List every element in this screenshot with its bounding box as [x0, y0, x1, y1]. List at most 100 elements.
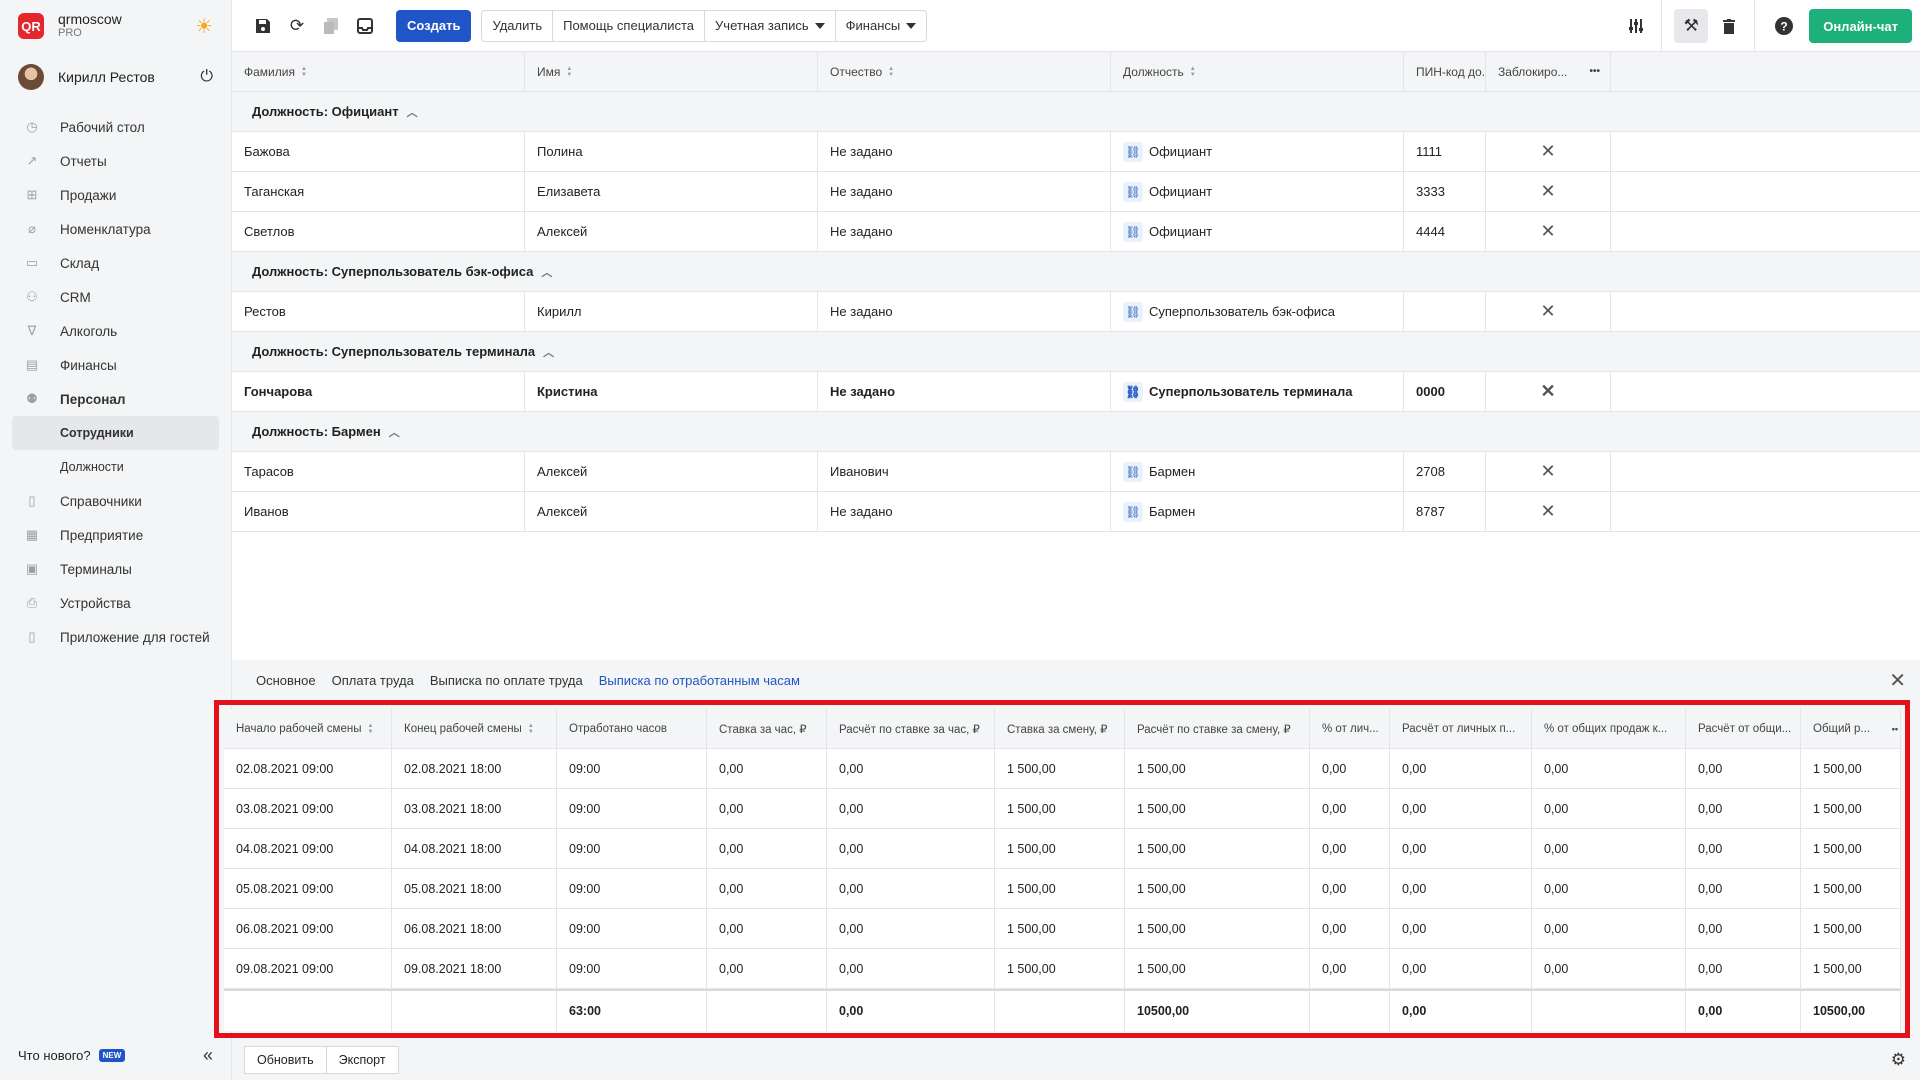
nav-item-printer[interactable]: ⎙ Устройства — [0, 586, 231, 620]
tab-3[interactable]: Выписка по отработанным часам — [599, 673, 800, 688]
nav-item-users[interactable]: ⚇ CRM — [0, 280, 231, 314]
nav-item-chart[interactable]: ↗ Отчеты — [0, 144, 231, 178]
chevron-up-icon[interactable]: ︿ — [389, 424, 400, 440]
group-row[interactable]: Должность: Официант ︿ — [232, 92, 1920, 132]
nav-item-basket[interactable]: ⊞ Продажи — [0, 178, 231, 212]
nav-item-people[interactable]: ⚉ Персонал — [0, 382, 231, 416]
building-icon: ▦ — [25, 527, 39, 542]
help-icon[interactable]: ? — [1767, 9, 1801, 43]
copy-icon[interactable] — [314, 9, 348, 43]
table-row[interactable]: Иванов Алексей Не задано ⛓ Бармен 8787 ✕ — [232, 492, 1920, 532]
table-row[interactable]: Бажова Полина Не задано ⛓ Официант 1111 ✕ — [232, 132, 1920, 172]
nav-item-label: Финансы — [60, 357, 117, 373]
table-row[interactable]: Таганская Елизавета Не задано ⛓ Официант 3333… — [232, 172, 1920, 212]
more-icon[interactable]: ••• — [1589, 66, 1600, 77]
link-icon[interactable]: ⛓ — [1123, 301, 1143, 322]
nav-sub-positions[interactable]: Должности — [0, 450, 231, 484]
sort-icon[interactable]: ▲ ▼ — [1190, 66, 1196, 78]
tab-2[interactable]: Выписка по оплате труда — [430, 673, 583, 688]
column-header-label: Должность — [1123, 64, 1184, 79]
create-button[interactable]: Создать — [396, 9, 472, 42]
brand-plan: PRO — [58, 27, 82, 39]
trash-icon[interactable] — [1712, 9, 1746, 43]
tools-icon[interactable]: ⚒ — [1674, 9, 1709, 43]
help-button[interactable]: Помощь специалиста — [553, 10, 706, 41]
svg-text:?: ? — [1781, 20, 1788, 34]
nav-item-terminal[interactable]: ▣ Терминалы — [0, 552, 231, 586]
nav-item-tag[interactable]: ⌀ Номенклатура — [0, 212, 231, 246]
group-row[interactable]: Должность: Суперпользователь терминала ︿ — [232, 332, 1920, 372]
link-icon[interactable]: ⛓ — [1123, 381, 1143, 402]
refresh-button[interactable]: Обновить — [244, 1046, 327, 1074]
cell-value: Рестов — [244, 304, 286, 319]
link-icon[interactable]: ⛓ — [1123, 181, 1143, 202]
column-header[interactable]: Имя ▲ ▼ — [525, 52, 818, 91]
cell-last: Гончарова — [232, 372, 525, 411]
nav-sub-employees[interactable]: Сотрудники — [12, 416, 219, 450]
column-header-label: ПИН-код до... — [1416, 64, 1486, 79]
chevron-up-icon[interactable]: ︿ — [407, 104, 418, 120]
table-row[interactable]: Гончарова Кристина Не задано ⛓ Суперпользова… — [232, 372, 1920, 412]
toolbar: ⟳ Создать Удалить Помощь специалиста Уче… — [232, 0, 1920, 52]
chevron-up-icon[interactable]: ︿ — [543, 344, 554, 360]
nav-item-wallet[interactable]: ▤ Финансы — [0, 348, 231, 382]
close-panel-icon[interactable]: ✕ — [1889, 668, 1906, 693]
whats-new-link[interactable]: Что нового? — [18, 1048, 91, 1063]
cell-value: Не задано — [830, 384, 896, 399]
sort-icon[interactable]: ▲ ▼ — [888, 66, 894, 78]
nav-item-box[interactable]: ▭ Склад — [0, 246, 231, 280]
tab-1[interactable]: Оплата труда — [332, 673, 414, 688]
column-header[interactable]: ПИН-код до... — [1404, 52, 1486, 91]
cell-value: Кристина — [537, 384, 598, 399]
tab-0[interactable]: Основное — [256, 673, 316, 688]
table-row[interactable]: Тарасов Алексей Иванович ⛓ Бармен 2708 ✕ — [232, 452, 1920, 492]
nav-item-dashboard[interactable]: ◷ Рабочий стол — [0, 110, 231, 144]
delete-button[interactable]: Удалить — [482, 10, 554, 41]
table-row[interactable]: Светлов Алексей Не задано ⛓ Официант 4444 ✕ — [232, 212, 1920, 252]
glass-icon: ∇ — [27, 323, 37, 338]
sun-icon[interactable]: ☀ — [195, 14, 213, 39]
nav-item-phone[interactable]: ▯ Приложение для гостей — [0, 620, 231, 654]
cell-first: Алексей — [525, 212, 818, 251]
group-title: Должность: Официант — [252, 104, 399, 119]
filter-settings-icon[interactable] — [1619, 9, 1653, 43]
sort-icon[interactable]: ▲ ▼ — [301, 66, 307, 78]
cell-value: Алексей — [537, 224, 588, 239]
nav-item-label: Терминалы — [60, 561, 132, 577]
nav-item-glass[interactable]: ∇ Алкоголь — [0, 314, 231, 348]
nav-item-book[interactable]: ▯ Справочники — [0, 484, 231, 518]
chevron-up-icon[interactable]: ︿ — [541, 264, 552, 280]
column-header[interactable]: Фамилия ▲ ▼ — [232, 52, 525, 91]
cell-pin: 4444 — [1404, 212, 1486, 251]
finance-dropdown[interactable]: Финансы — [836, 11, 927, 41]
group-row[interactable]: Должность: Бармен ︿ — [232, 412, 1920, 452]
nav-item-building[interactable]: ▦ Предприятие — [0, 518, 231, 552]
link-icon[interactable]: ⛓ — [1123, 141, 1143, 162]
sort-icon[interactable]: ▲ ▼ — [566, 66, 572, 78]
cell-role: ⛓ Суперпользователь терминала — [1111, 372, 1404, 411]
link-icon[interactable]: ⛓ — [1123, 461, 1143, 482]
column-header[interactable]: Отчество ▲ ▼ — [818, 52, 1111, 91]
user-profile[interactable]: Кирилл Рестов ⏻ — [0, 52, 231, 102]
inbox-icon[interactable] — [348, 9, 382, 43]
cell-value: Алексей — [537, 504, 588, 519]
export-button[interactable]: Экспорт — [326, 1046, 399, 1074]
nav-item-label: Предприятие — [60, 527, 144, 543]
tag-icon: ⌀ — [28, 221, 36, 236]
column-settings-icon[interactable]: ⚙ — [1891, 1050, 1906, 1070]
table-row[interactable]: Рестов Кирилл Не задано ⛓ Суперпользователь … — [232, 292, 1920, 332]
link-icon[interactable]: ⛓ — [1123, 221, 1143, 242]
refresh-icon[interactable]: ⟳ — [280, 9, 314, 43]
power-icon[interactable]: ⏻ — [200, 68, 213, 86]
brand[interactable]: QR qrmoscow PRO ☀ — [0, 0, 231, 52]
group-row[interactable]: Должность: Суперпользователь бэк-офиса ︿ — [232, 252, 1920, 292]
online-chat-button[interactable]: Онлайн-чат — [1809, 9, 1912, 43]
column-header[interactable]: Должность ▲ ▼ — [1111, 52, 1404, 91]
save-icon[interactable] — [246, 9, 280, 43]
cell-value: Кирилл — [537, 304, 582, 319]
group-title: Должность: Суперпользователь терминала — [252, 344, 536, 359]
collapse-sidebar-icon[interactable]: « — [203, 1045, 213, 1066]
account-dropdown[interactable]: Учетная запись — [705, 10, 836, 41]
link-icon[interactable]: ⛓ — [1123, 501, 1143, 522]
column-header[interactable]: Заблокиро... ••• — [1486, 52, 1611, 91]
